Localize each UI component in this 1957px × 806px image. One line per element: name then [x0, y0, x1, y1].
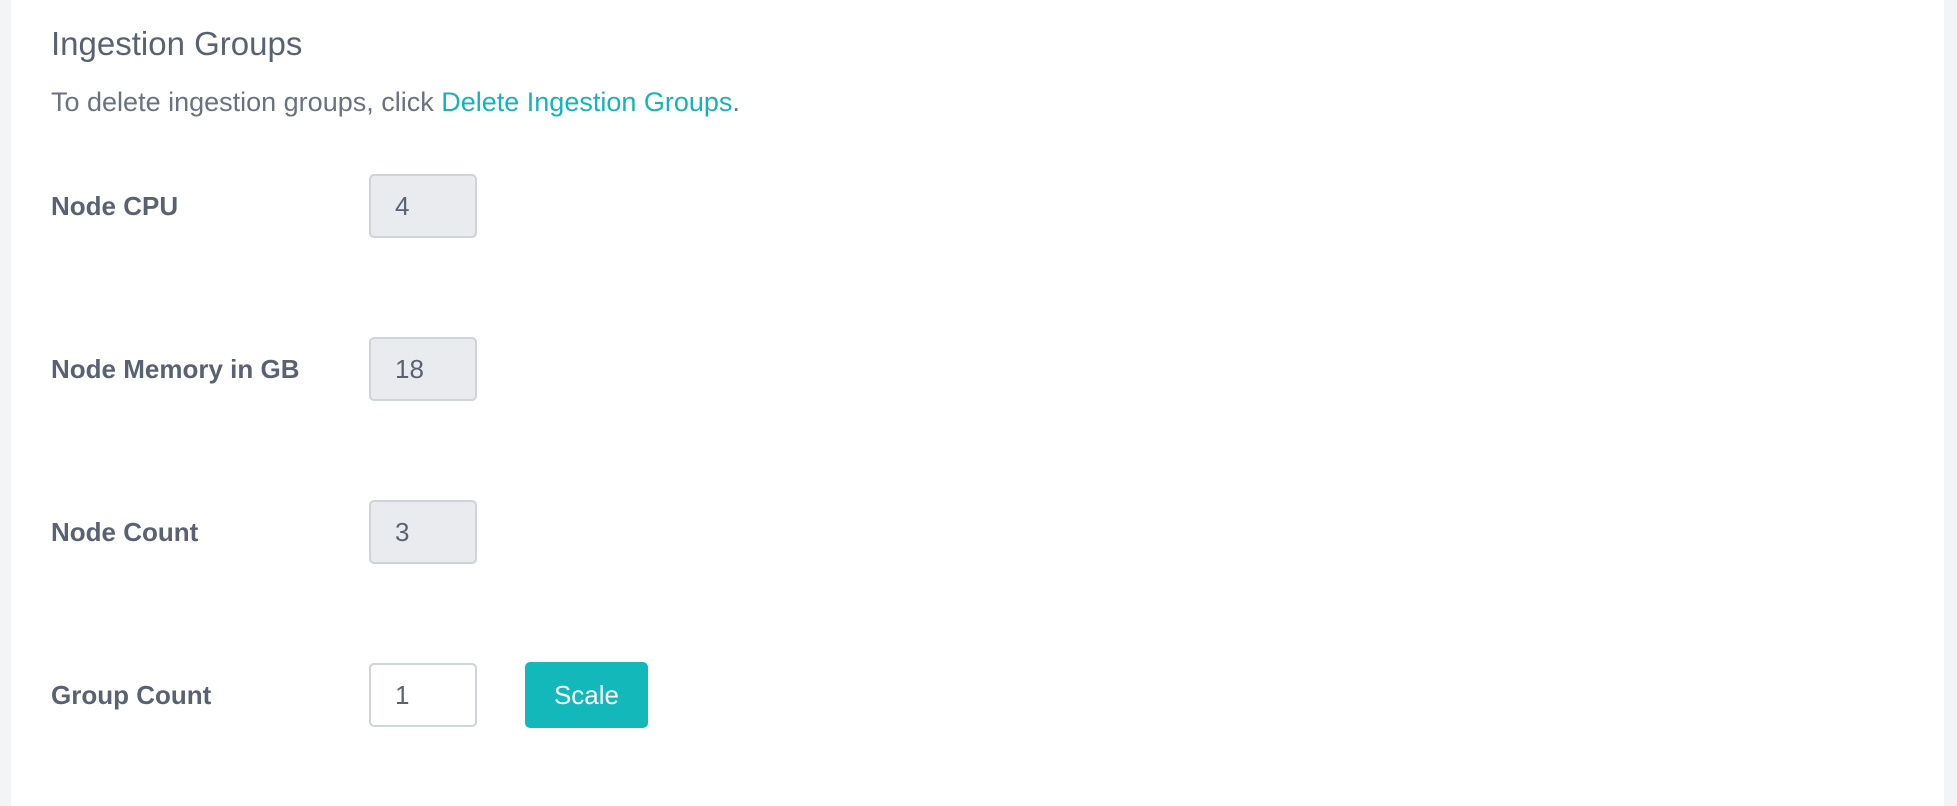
delete-ingestion-groups-link[interactable]: Delete Ingestion Groups — [441, 87, 732, 117]
node-memory-label: Node Memory in GB — [51, 353, 300, 384]
node-cpu-field — [369, 174, 477, 238]
section-description: To delete ingestion groups, click Delete… — [51, 84, 740, 120]
node-cpu-label: Node CPU — [51, 190, 179, 221]
node-count-label: Node Count — [51, 516, 199, 547]
node-cpu-row: Node CPU — [51, 173, 477, 239]
node-memory-field — [369, 337, 477, 401]
scale-button[interactable]: Scale — [525, 662, 648, 728]
group-count-row: Group Count Scale — [51, 662, 648, 728]
description-prefix: To delete ingestion groups, click — [51, 87, 442, 117]
section-title: Ingestion Groups — [51, 25, 303, 62]
description-suffix: . — [732, 87, 740, 117]
group-count-input[interactable] — [369, 663, 477, 727]
group-count-label: Group Count — [51, 679, 212, 710]
node-count-field — [369, 500, 477, 564]
ingestion-groups-panel: Ingestion Groups To delete ingestion gro… — [11, 0, 1944, 806]
node-count-row: Node Count — [51, 499, 477, 565]
node-memory-row: Node Memory in GB — [51, 336, 477, 402]
